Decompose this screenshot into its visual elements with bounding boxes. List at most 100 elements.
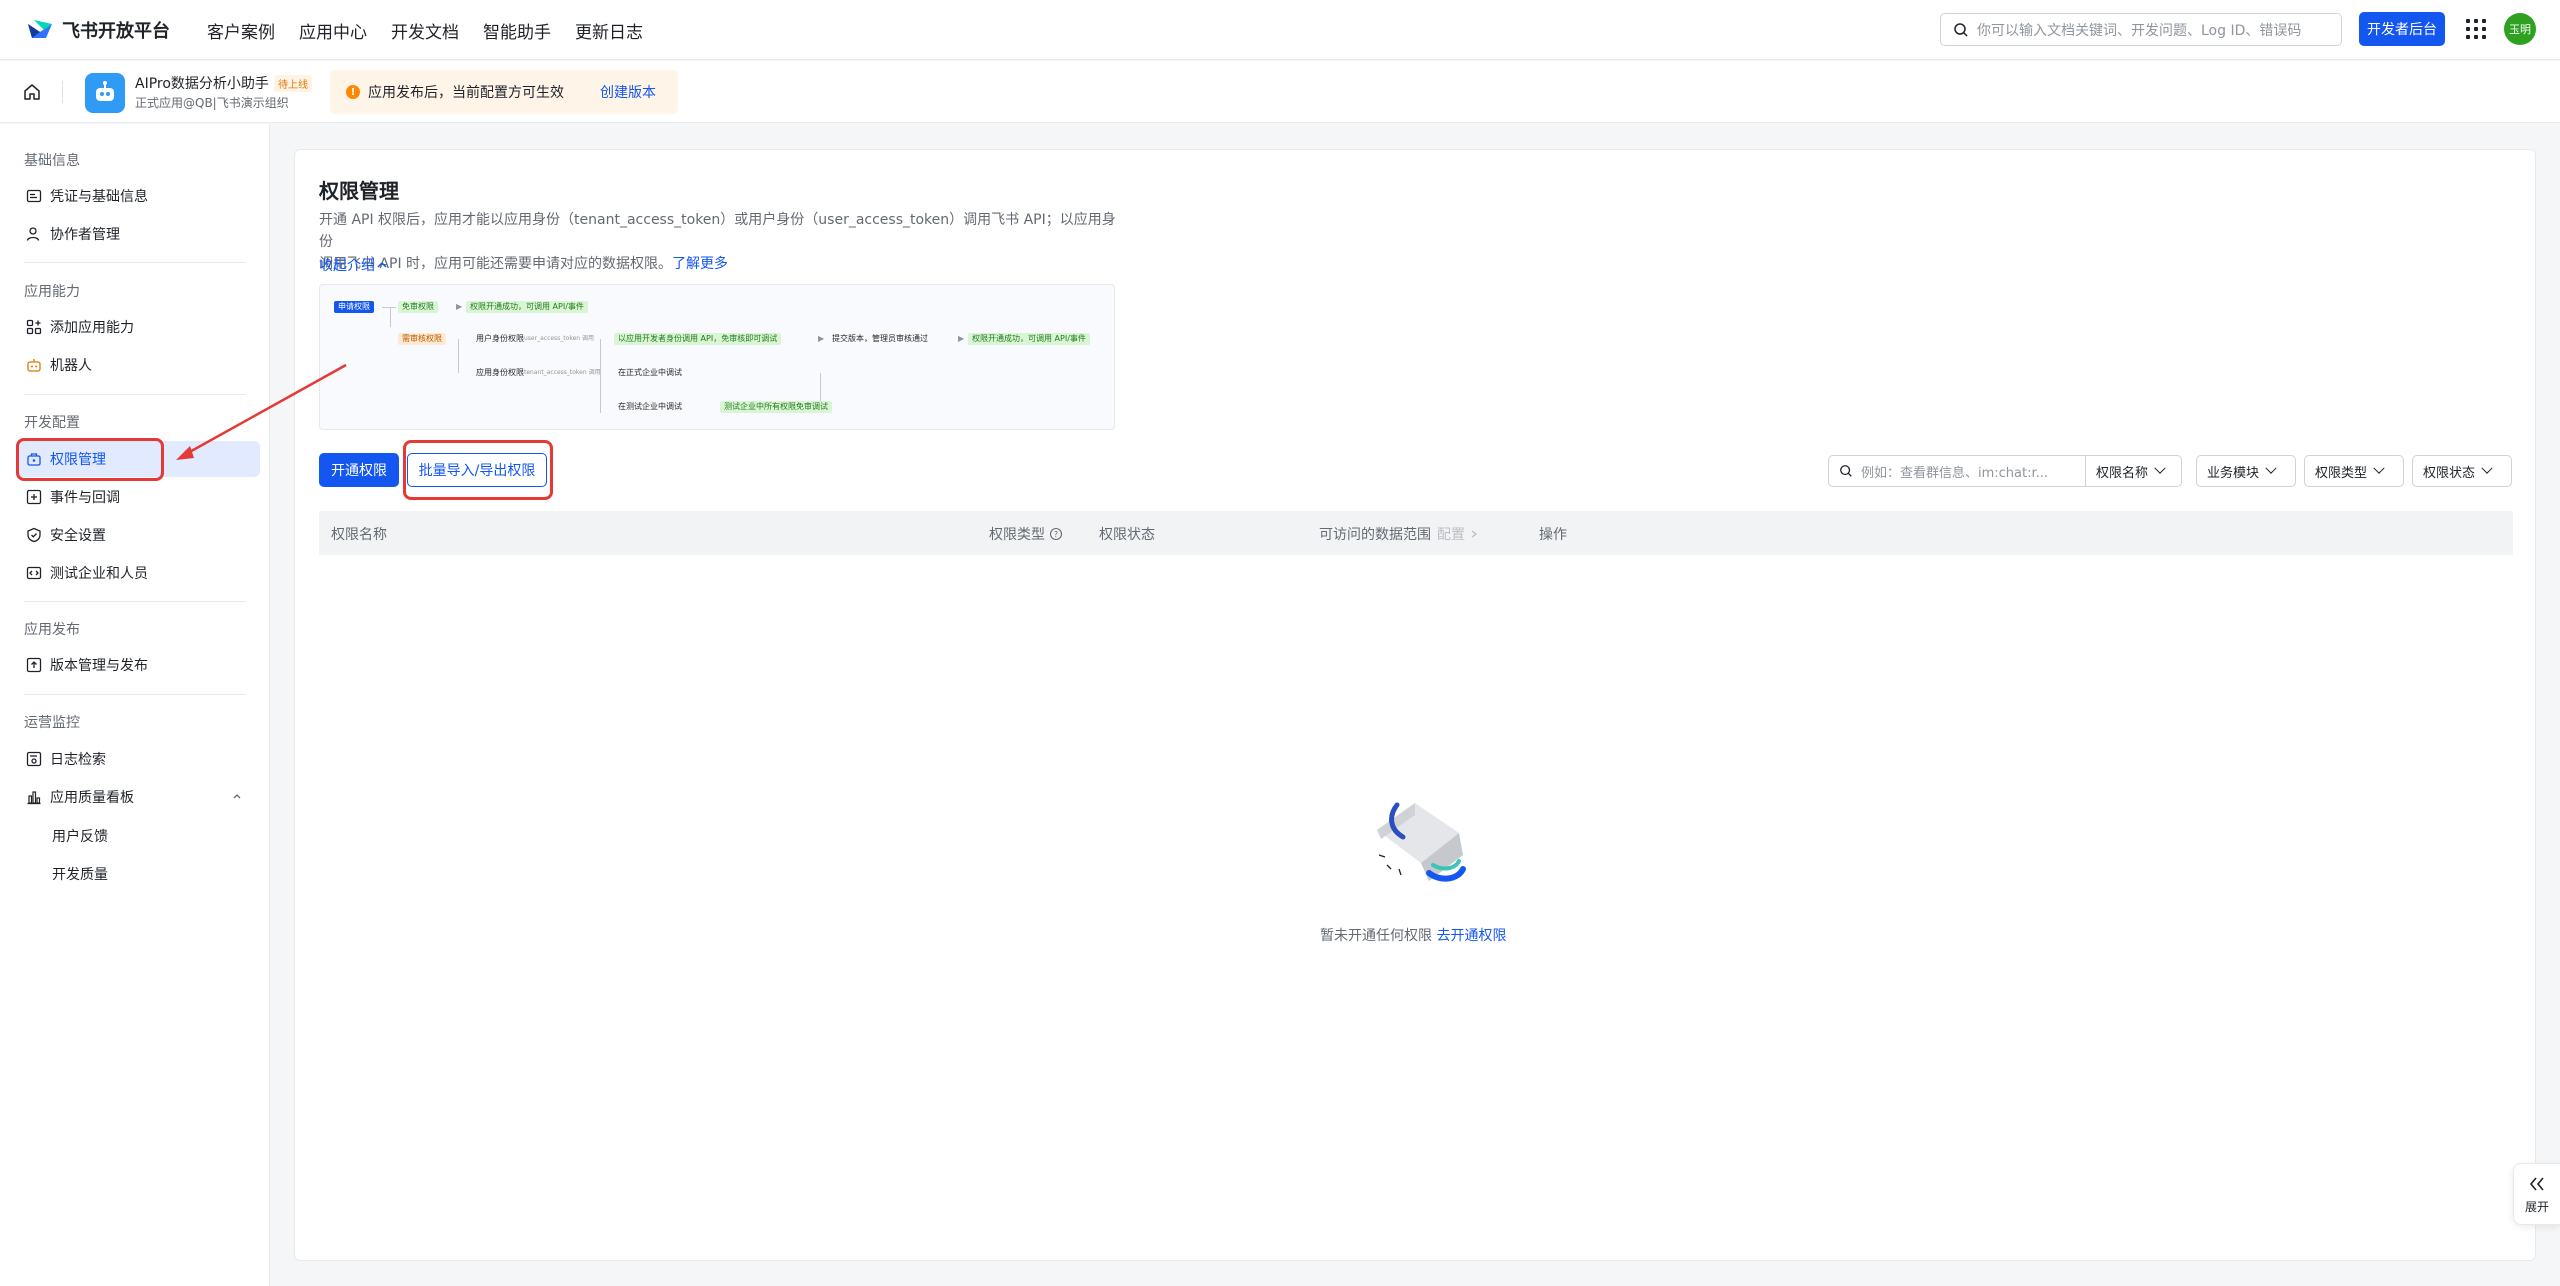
flow-free: 免审权限 bbox=[398, 301, 438, 313]
sidebar-section-title: 应用发布 bbox=[24, 622, 80, 638]
highlight-box bbox=[16, 438, 164, 481]
publish-notice: ! 应用发布后，当前配置方可生效 创建版本 bbox=[330, 70, 678, 114]
filter-permission-name[interactable]: 权限名称 bbox=[2086, 455, 2182, 487]
divider bbox=[24, 694, 246, 695]
app-name: AIPro数据分析小助手 bbox=[135, 76, 269, 92]
learn-more-link[interactable]: 了解更多 bbox=[672, 256, 728, 272]
chevron-up-icon bbox=[377, 261, 387, 268]
sidebar-item-versions[interactable]: 版本管理与发布 bbox=[16, 647, 260, 683]
filter-label: 权限名称 bbox=[2096, 465, 2149, 481]
filter-label: 权限类型 bbox=[2315, 465, 2368, 481]
nav-item-cases[interactable]: 客户案例 bbox=[207, 18, 275, 43]
flow-connector bbox=[458, 339, 459, 373]
open-permission-button[interactable]: 开通权限 bbox=[319, 453, 399, 487]
column-header-status: 权限状态 bbox=[1099, 527, 1155, 543]
filter-permission-status[interactable]: 权限状态 bbox=[2412, 455, 2512, 487]
flow-arrow: ▶ bbox=[958, 334, 965, 343]
sidebar-item-events[interactable]: 事件与回调 bbox=[16, 479, 260, 515]
filter-permission-type[interactable]: 权限类型 bbox=[2304, 455, 2404, 487]
column-header-label: 权限类型 bbox=[989, 527, 1045, 543]
expand-label: 展开 bbox=[2524, 1199, 2549, 1214]
go-open-permission-link[interactable]: 去开通权限 bbox=[1436, 928, 1506, 944]
flow-arrow: ▶ bbox=[456, 302, 463, 311]
code-icon bbox=[26, 566, 42, 580]
column-header-type: 权限类型 ? bbox=[989, 524, 1063, 544]
id-card-icon bbox=[26, 189, 42, 203]
search-icon bbox=[1954, 22, 1968, 37]
flow-success-1: 权限开通成功，可调用 API/事件 bbox=[466, 301, 588, 313]
configure-link[interactable]: 配置 bbox=[1437, 524, 1465, 544]
column-header-scope: 可访问的数据范围 配置 bbox=[1319, 524, 1479, 544]
sidebar-item-test-tenants[interactable]: 测试企业和人员 bbox=[16, 555, 260, 591]
column-header-label: 可访问的数据范围 bbox=[1319, 527, 1431, 543]
sidebar-subitem-feedback[interactable]: 用户反馈 bbox=[52, 826, 108, 846]
svg-text:?: ? bbox=[1054, 530, 1058, 539]
page-description: 开通 API 权限后，应用才能以应用身份（tenant_access_token… bbox=[319, 209, 1119, 275]
global-search-input[interactable]: 你可以输入文档关键词、开发问题、Log ID、错误码 bbox=[1940, 13, 2342, 46]
nav-item-docs[interactable]: 开发文档 bbox=[391, 18, 459, 43]
robot-app-icon bbox=[85, 73, 125, 113]
chevron-up-icon[interactable] bbox=[232, 791, 242, 801]
status-badge: 待上线 bbox=[274, 75, 312, 92]
collapse-intro-button[interactable]: 收起介绍 bbox=[319, 255, 389, 275]
nav-item-app-center[interactable]: 应用中心 bbox=[299, 18, 367, 43]
create-version-link[interactable]: 创建版本 bbox=[600, 82, 656, 102]
sidebar-item-credentials[interactable]: 凭证与基础信息 bbox=[16, 178, 260, 214]
nav-item-assistant[interactable]: 智能助手 bbox=[483, 18, 551, 43]
shield-icon bbox=[27, 527, 41, 543]
chevron-down-icon bbox=[2481, 462, 2493, 474]
add-capability-icon bbox=[26, 319, 42, 335]
flow-connector bbox=[382, 307, 396, 308]
apps-grid-icon[interactable] bbox=[2466, 19, 2486, 39]
chevron-down-icon bbox=[2265, 462, 2277, 474]
page-title: 权限管理 bbox=[319, 179, 399, 203]
permission-flow-diagram: 申请权限 免审权限 ▶ 权限开通成功，可调用 API/事件 需审核权限 用户身份… bbox=[319, 284, 1115, 430]
user-avatar[interactable]: 玉明 bbox=[2504, 13, 2536, 45]
table-header: 权限名称 权限类型 ? 权限状态 可访问的数据范围 配置 操作 bbox=[319, 511, 2513, 555]
developer-console-button[interactable]: 开发者后台 bbox=[2359, 12, 2445, 46]
permission-card: 权限管理 开通 API 权限后，应用才能以应用身份（tenant_access_… bbox=[294, 149, 2536, 1261]
column-header-actions: 操作 bbox=[1539, 527, 1567, 543]
sidebar-item-label: 应用质量看板 bbox=[50, 790, 134, 806]
expand-panel-button[interactable]: 展开 bbox=[2513, 1163, 2560, 1225]
brand-logo[interactable]: 飞书开放平台 bbox=[26, 17, 170, 43]
divider bbox=[24, 394, 246, 395]
bar-chart-icon bbox=[27, 791, 41, 805]
sidebar-item-quality[interactable]: 应用质量看板 bbox=[16, 779, 260, 815]
description-line: 开通 API 权限后，应用才能以应用身份（tenant_access_token… bbox=[319, 212, 1116, 250]
sidebar-item-add-capability[interactable]: 添加应用能力 bbox=[16, 309, 260, 345]
search-icon bbox=[1840, 465, 1852, 477]
home-icon[interactable] bbox=[22, 82, 42, 102]
flow-test: 在测试企业中调试 bbox=[618, 402, 682, 411]
filter-label: 业务模块 bbox=[2207, 465, 2260, 481]
sidebar-item-security[interactable]: 安全设置 bbox=[16, 517, 260, 553]
sidebar-item-collaborators[interactable]: 协作者管理 bbox=[16, 216, 260, 252]
sidebar-item-label: 协作者管理 bbox=[50, 227, 120, 243]
sidebar: 基础信息 凭证与基础信息 协作者管理 应用能力 添加应用能力 机器人 开发配置 … bbox=[0, 124, 270, 1286]
feishu-logo-icon bbox=[28, 20, 52, 38]
sidebar-item-label: 机器人 bbox=[50, 358, 92, 374]
flow-review: 需审核权限 bbox=[398, 333, 446, 345]
flow-connector bbox=[600, 339, 601, 413]
sidebar-item-logs[interactable]: 日志检索 bbox=[16, 741, 260, 777]
sidebar-item-label: 测试企业和人员 bbox=[50, 566, 148, 582]
sidebar-item-bot[interactable]: 机器人 bbox=[16, 347, 260, 383]
sidebar-item-label: 添加应用能力 bbox=[50, 320, 134, 336]
log-search-icon bbox=[26, 751, 42, 767]
sidebar-subitem-dev-quality[interactable]: 开发质量 bbox=[52, 864, 108, 884]
flow-success-2: 权限开通成功，可调用 API/事件 bbox=[968, 333, 1090, 345]
filter-business-module[interactable]: 业务模块 bbox=[2196, 455, 2296, 487]
sidebar-item-label: 安全设置 bbox=[50, 528, 106, 544]
column-header-name: 权限名称 bbox=[331, 527, 387, 543]
sidebar-section-title: 运营监控 bbox=[24, 715, 80, 731]
user-icon bbox=[26, 227, 40, 241]
sidebar-section-title: 基础信息 bbox=[24, 153, 80, 169]
app-subtitle: 正式应用@QB|飞书演示组织 bbox=[135, 96, 289, 110]
sidebar-item-label: 凭证与基础信息 bbox=[50, 189, 148, 205]
permission-search-input[interactable]: 例如：查看群信息、im:chat:r... bbox=[1828, 455, 2086, 487]
search-placeholder: 例如：查看群信息、im:chat:r... bbox=[1861, 465, 2049, 481]
divider bbox=[62, 81, 63, 103]
help-icon[interactable]: ? bbox=[1049, 527, 1063, 541]
nav-item-changelog[interactable]: 更新日志 bbox=[575, 18, 643, 43]
event-icon bbox=[26, 489, 42, 505]
